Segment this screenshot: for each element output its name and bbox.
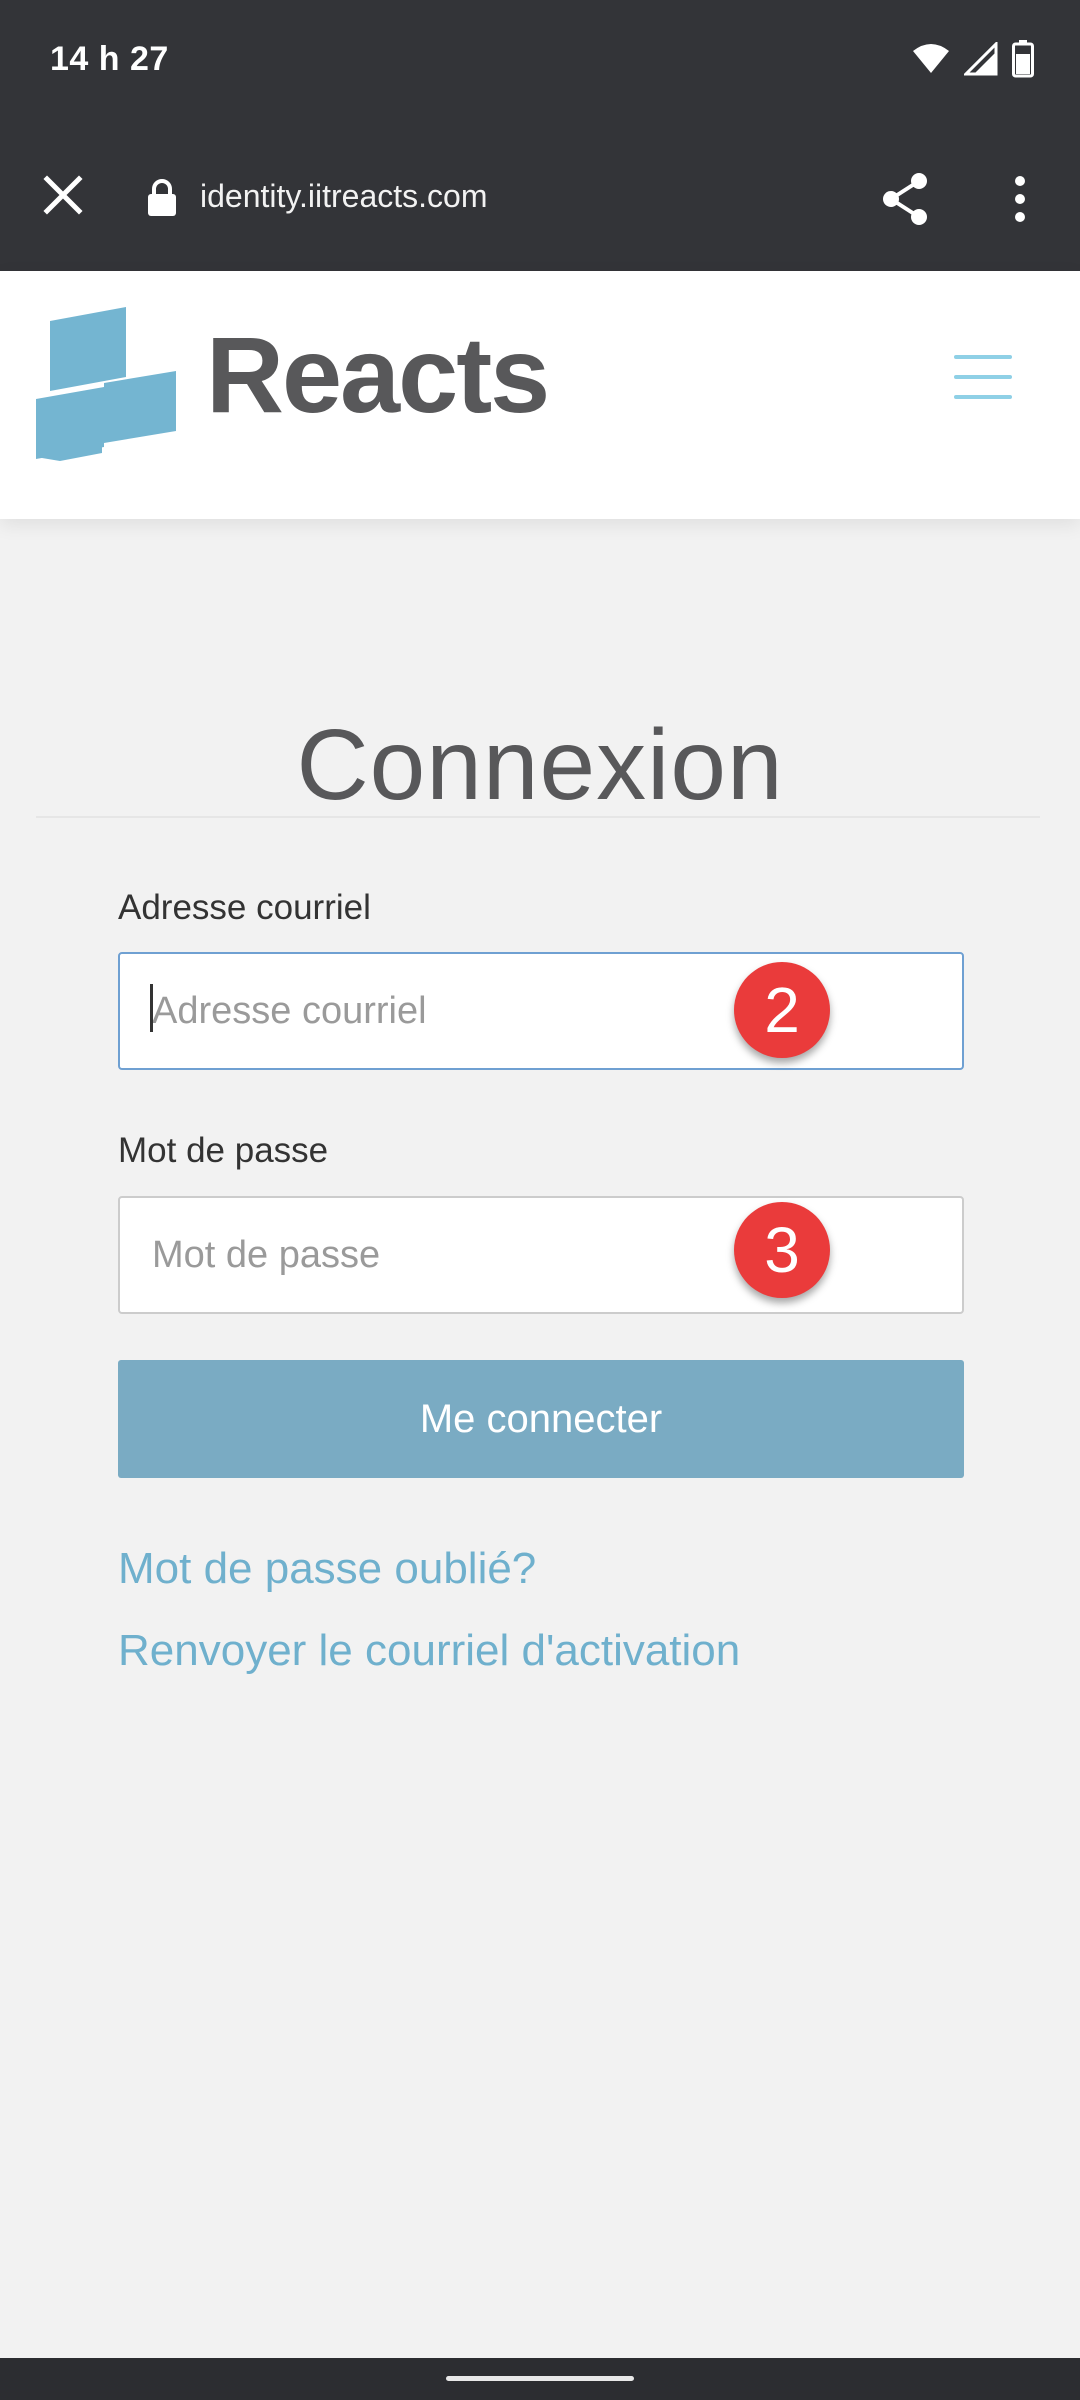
navigation-bar — [0, 2358, 1080, 2400]
text-cursor — [150, 984, 153, 1032]
wifi-icon — [912, 43, 950, 80]
email-field[interactable] — [118, 952, 964, 1070]
share-button[interactable] — [870, 164, 940, 234]
password-field[interactable] — [118, 1196, 964, 1314]
home-indicator[interactable] — [446, 2376, 634, 2381]
password-label: Mot de passe — [118, 1131, 329, 1170]
reacts-logo-icon — [36, 307, 176, 461]
login-button[interactable]: Me connecter — [118, 1360, 964, 1478]
page-title: Connexion — [296, 709, 784, 821]
email-label: Adresse courriel — [118, 888, 371, 927]
annotation-badge-2: 2 — [734, 962, 830, 1058]
more-vert-icon — [1015, 176, 1025, 222]
divider — [36, 816, 1040, 818]
status-bar: 14 h 27 — [0, 0, 1080, 126]
cellular-signal-icon — [962, 40, 998, 81]
reacts-logo-text: Reacts — [206, 314, 550, 435]
resend-activation-link[interactable]: Renvoyer le courriel d'activation — [118, 1626, 740, 1676]
forgot-password-link[interactable]: Mot de passe oublié? — [118, 1544, 536, 1594]
lock-icon — [148, 179, 176, 216]
site-header: Reacts — [0, 271, 1080, 519]
status-time: 14 h 27 — [50, 40, 169, 78]
browser-toolbar: identity.iitreacts.com — [0, 126, 1080, 271]
close-button[interactable] — [30, 162, 96, 228]
share-icon — [883, 173, 927, 225]
hamburger-menu-button[interactable] — [950, 349, 1016, 405]
hamburger-icon — [954, 355, 1012, 359]
annotation-badge-3: 3 — [734, 1202, 830, 1298]
close-icon — [43, 175, 83, 215]
more-options-button[interactable] — [990, 164, 1050, 234]
battery-icon — [1012, 40, 1034, 83]
status-icons — [912, 40, 1034, 83]
url-bar[interactable]: identity.iitreacts.com — [200, 178, 488, 215]
